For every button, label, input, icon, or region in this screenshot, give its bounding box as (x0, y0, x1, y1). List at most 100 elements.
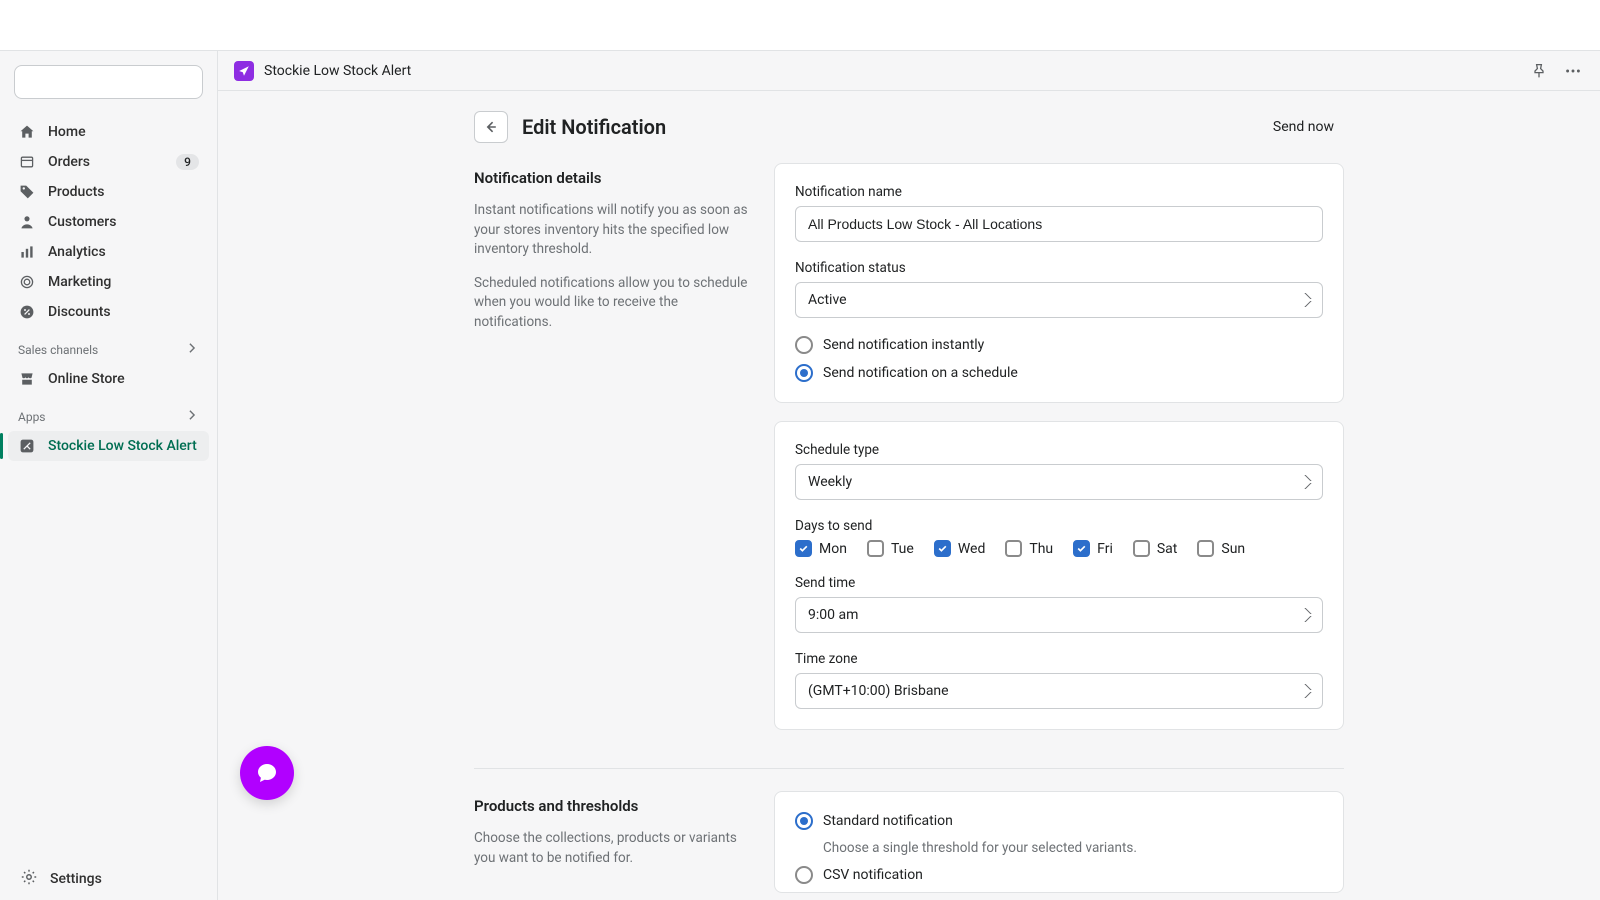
nav-discounts[interactable]: Discounts (8, 297, 209, 327)
notification-name-input[interactable] (795, 206, 1323, 242)
schedule-type-label: Schedule type (795, 442, 1323, 458)
schedule-card: Schedule type Weekly Days to send Mon Tue… (774, 421, 1344, 730)
main: Stockie Low Stock Alert Edit Notificatio… (218, 51, 1600, 900)
day-checkbox-sat[interactable]: Sat (1133, 540, 1178, 557)
section-title: Notification details (474, 169, 754, 187)
checkbox-icon (934, 540, 951, 557)
status-label: Notification status (795, 260, 1323, 276)
section-desc: Instant notifications will notify you as… (474, 201, 754, 260)
days-label: Days to send (795, 518, 1323, 534)
day-checkbox-tue[interactable]: Tue (867, 540, 914, 557)
nav-label: Home (48, 124, 86, 140)
nav-settings[interactable]: Settings (8, 858, 209, 900)
more-button[interactable] (1562, 60, 1584, 82)
checkbox-icon (867, 540, 884, 557)
apps-header[interactable]: Apps (8, 394, 209, 431)
tag-icon (18, 183, 36, 201)
nav-analytics[interactable]: Analytics (8, 237, 209, 267)
radio-standard-notification[interactable]: Standard notification (795, 812, 1323, 830)
day-checkbox-sun[interactable]: Sun (1197, 540, 1245, 557)
chevron-right-icon (185, 408, 199, 425)
section-desc: Scheduled notifications allow you to sch… (474, 274, 754, 333)
search-input[interactable] (14, 65, 203, 99)
nav-label: Analytics (48, 244, 106, 260)
day-checkbox-fri[interactable]: Fri (1073, 540, 1113, 557)
content-area: Edit Notification Send now Notification … (218, 91, 1600, 900)
checkbox-icon (1005, 540, 1022, 557)
person-icon (18, 213, 36, 231)
day-label: Mon (819, 541, 847, 557)
checkbox-icon (1197, 540, 1214, 557)
day-checkbox-wed[interactable]: Wed (934, 540, 986, 557)
chat-fab[interactable] (240, 746, 294, 800)
nav-label: Stockie Low Stock Alert (48, 438, 197, 454)
nav-label: Orders (48, 154, 90, 170)
gear-icon (20, 868, 38, 890)
nav-label: Settings (50, 871, 102, 887)
radio-csv-notification[interactable]: CSV notification (795, 866, 1323, 884)
notification-details-section: Notification details Instant notificatio… (474, 163, 1344, 748)
nav-label: Online Store (48, 371, 125, 387)
timezone-label: Time zone (795, 651, 1323, 667)
discount-icon (18, 303, 36, 321)
checkbox-icon (1133, 540, 1150, 557)
name-label: Notification name (795, 184, 1323, 200)
send-now-button[interactable]: Send now (1263, 113, 1344, 141)
pin-button[interactable] (1528, 60, 1550, 82)
app-name: Stockie Low Stock Alert (264, 63, 411, 79)
chevron-right-icon (185, 341, 199, 358)
day-label: Sat (1157, 541, 1178, 557)
details-card: Notification name Notification status Ac… (774, 163, 1344, 403)
radio-icon (795, 336, 813, 354)
orders-icon (18, 153, 36, 171)
day-label: Thu (1029, 541, 1053, 557)
sales-channels-header[interactable]: Sales channels (8, 327, 209, 364)
back-button[interactable] (474, 111, 508, 143)
products-thresholds-section: Products and thresholds Choose the colle… (474, 791, 1344, 900)
nav-online-store[interactable]: Online Store (8, 364, 209, 394)
nav-home[interactable]: Home (8, 117, 209, 147)
nav-label: Products (48, 184, 105, 200)
radio-schedule[interactable]: Send notification on a schedule (795, 364, 1323, 382)
day-label: Wed (958, 541, 986, 557)
radio-icon (795, 364, 813, 382)
timezone-select[interactable]: (GMT+10:00) Brisbane (795, 673, 1323, 709)
nav-marketing[interactable]: Marketing (8, 267, 209, 297)
stockie-app-icon (234, 61, 254, 81)
send-time-select[interactable]: 9:00 am (795, 597, 1323, 633)
nav-orders[interactable]: Orders 9 (8, 147, 209, 177)
checkbox-icon (1073, 540, 1090, 557)
section-desc: Choose the collections, products or vari… (474, 829, 754, 868)
section-title: Products and thresholds (474, 797, 754, 815)
nav-products[interactable]: Products (8, 177, 209, 207)
nav-label: Customers (48, 214, 116, 230)
products-card: Standard notification Choose a single th… (774, 791, 1344, 893)
schedule-type-select[interactable]: Weekly (795, 464, 1323, 500)
days-row: Mon Tue Wed Thu Fri Sat Sun (795, 540, 1323, 557)
orders-badge: 9 (176, 154, 199, 170)
day-checkbox-mon[interactable]: Mon (795, 540, 847, 557)
app-header: Stockie Low Stock Alert (218, 51, 1600, 91)
day-label: Fri (1097, 541, 1113, 557)
nav-label: Discounts (48, 304, 111, 320)
app-icon (18, 437, 36, 455)
nav-customers[interactable]: Customers (8, 207, 209, 237)
standard-desc: Choose a single threshold for your selec… (823, 840, 1323, 856)
radio-icon (795, 812, 813, 830)
sidebar: Home Orders 9 Products Customers Analyti… (0, 51, 218, 900)
nav-stockie-app[interactable]: Stockie Low Stock Alert (8, 431, 209, 461)
checkbox-icon (795, 540, 812, 557)
top-strip (0, 0, 1600, 51)
day-label: Sun (1221, 541, 1245, 557)
status-select[interactable]: Active (795, 282, 1323, 318)
divider (474, 768, 1344, 769)
send-time-label: Send time (795, 575, 1323, 591)
store-icon (18, 370, 36, 388)
analytics-icon (18, 243, 36, 261)
day-checkbox-thu[interactable]: Thu (1005, 540, 1053, 557)
home-icon (18, 123, 36, 141)
nav-label: Marketing (48, 274, 111, 290)
radio-icon (795, 866, 813, 884)
radio-instant[interactable]: Send notification instantly (795, 336, 1323, 354)
day-label: Tue (891, 541, 914, 557)
